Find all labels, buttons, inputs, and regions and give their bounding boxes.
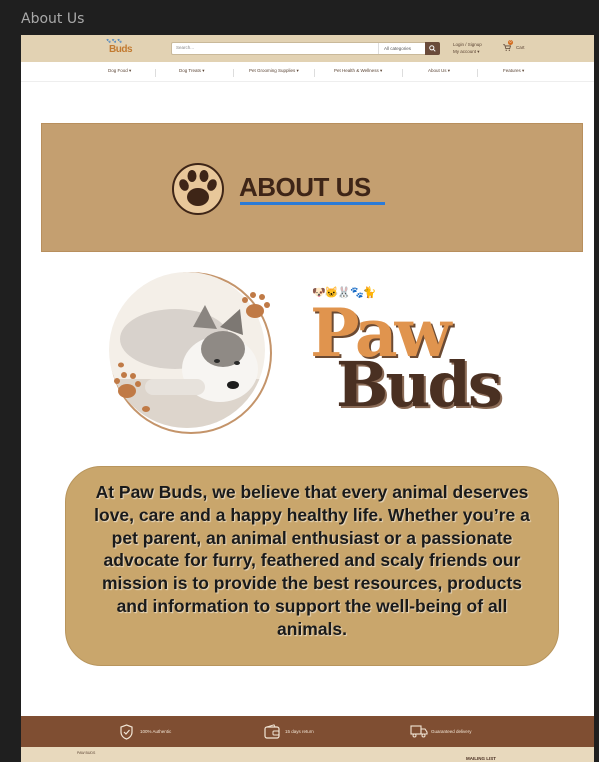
nav-item-dog-treats[interactable]: Dog Treats ▾ [179,68,205,74]
features-band: 100% Authentic 15 days return Guaranteed… [21,716,594,747]
login-link[interactable]: Login / Signup [453,41,482,48]
main-nav: Dog Food ▾ Dog Treats ▾ Pet Grooming Sup… [21,62,594,82]
cart-icon [503,44,511,51]
cart-label: Cart [516,45,525,50]
truck-icon [410,725,428,738]
nav-item-grooming[interactable]: Pet Grooming Supplies ▾ [249,68,299,74]
mission-card: At Paw Buds, we believe that every anima… [65,466,559,666]
feature-label: Guaranteed delivery [431,729,472,734]
nav-item-features[interactable]: Features ▾ [503,68,524,74]
nav-item-health[interactable]: Pet Health & Wellness ▾ [334,68,382,74]
title-underline [240,202,385,205]
logo-paws: 🐾🐾🐾 [106,38,123,43]
site-logo[interactable]: 🐾🐾🐾 Buds [105,38,143,59]
category-select[interactable]: All categories [378,43,424,54]
nav-divider [477,69,478,77]
paw-icon [172,163,224,215]
logo-text: Buds [109,44,133,55]
brand-word-buds: Buds [336,348,503,421]
search-button[interactable] [425,42,440,55]
nav-divider [233,69,234,77]
nav-divider [314,69,315,77]
shield-check-icon [120,724,133,740]
cart-count-badge: 0 [508,40,513,45]
mission-text: At Paw Buds, we believe that every anima… [94,482,530,639]
window-title: About Us [21,11,85,27]
about-banner: ABOUT US [41,123,583,252]
feature-label: 100% Authentic [140,729,172,734]
nav-item-about[interactable]: About Us ▾ [428,68,450,74]
footer-logo[interactable]: PAW BUDS [77,751,95,755]
wallet-icon [264,724,280,739]
search-input[interactable]: Search... [176,45,194,50]
brand-logo: 🐶🐱🐰🐾🐈 Paw Buds [310,286,528,421]
site-footer: PAW BUDS MAILING LIST [21,747,594,762]
search-bar: Search... All categories [171,42,440,55]
site-header: 🐾🐾🐾 Buds Search... All categories Login … [21,35,594,62]
page-canvas: 🐾🐾🐾 Buds Search... All categories Login … [21,35,594,762]
account-menu[interactable]: Login / Signup My account ▾ [453,41,482,55]
search-icon [429,45,436,52]
husky-photo [109,272,272,434]
mailing-list-heading: MAILING LIST [466,756,496,761]
nav-item-dog-food[interactable]: Dog Food ▾ [108,68,131,74]
nav-divider [155,69,156,77]
my-account-link[interactable]: My account ▾ [453,48,482,55]
page-title: ABOUT US [239,172,371,202]
nav-divider [402,69,403,77]
feature-label: 15 days return [285,729,314,734]
